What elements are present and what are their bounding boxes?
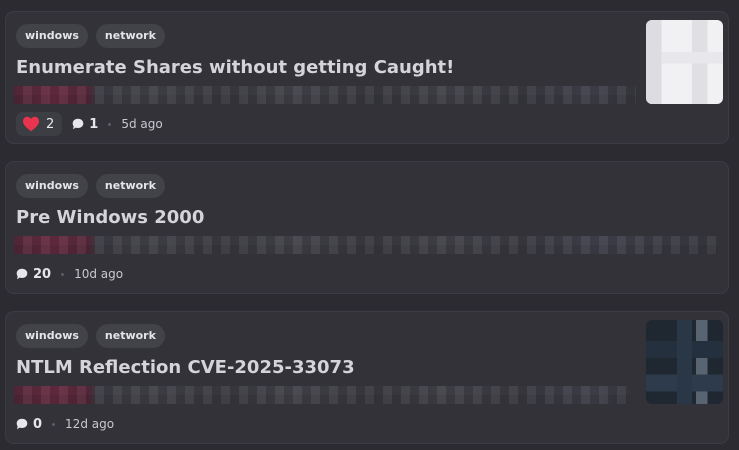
comment-count[interactable]: 0 <box>16 417 42 432</box>
comment-count[interactable]: 20 <box>16 267 51 282</box>
post-title[interactable]: Enumerate Shares without getting Caught! <box>16 57 454 78</box>
tag-network[interactable]: network <box>95 324 165 348</box>
comment-icon <box>72 118 84 130</box>
tag-network[interactable]: network <box>95 24 165 48</box>
post-card[interactable]: windows network NTLM Reflection CVE-2025… <box>5 311 729 444</box>
comment-count-value: 1 <box>89 116 99 132</box>
post-time: 5d ago <box>121 117 163 131</box>
comment-count-value: 0 <box>33 416 43 432</box>
heart-icon <box>23 116 39 132</box>
post-thumbnail[interactable] <box>646 320 723 404</box>
comment-count-value: 20 <box>33 266 52 282</box>
post-thumbnail[interactable] <box>646 20 723 104</box>
tag-network[interactable]: network <box>95 174 165 198</box>
reaction-button[interactable]: 2 <box>16 112 63 136</box>
tag-windows[interactable]: windows <box>16 174 88 198</box>
comment-icon <box>16 418 28 430</box>
comment-count[interactable]: 1 <box>72 117 98 132</box>
tag-windows[interactable]: windows <box>16 324 88 348</box>
post-meta: 0 12d ago <box>16 412 114 436</box>
separator-dot <box>61 272 65 276</box>
post-meta: 2 1 5d ago <box>16 112 163 136</box>
post-meta: 20 10d ago <box>16 262 123 286</box>
tag-windows[interactable]: windows <box>16 24 88 48</box>
post-list: windows network Enumerate Shares without… <box>0 0 739 450</box>
blurred-preview-text <box>14 386 630 404</box>
post-card[interactable]: windows network Enumerate Shares without… <box>5 11 729 144</box>
post-title[interactable]: NTLM Reflection CVE-2025-33073 <box>16 357 355 378</box>
post-title[interactable]: Pre Windows 2000 <box>16 207 204 228</box>
post-time: 12d ago <box>65 417 115 431</box>
blurred-preview-text <box>14 236 718 254</box>
separator-dot <box>108 122 112 126</box>
tag-list: windows network <box>16 324 165 348</box>
post-card[interactable]: windows network Pre Windows 2000 20 10d … <box>5 161 729 294</box>
tag-list: windows network <box>16 174 165 198</box>
separator-dot <box>52 422 56 426</box>
reaction-count: 2 <box>46 116 55 132</box>
post-time: 10d ago <box>74 267 124 281</box>
blurred-preview-text <box>14 86 636 104</box>
comment-icon <box>16 268 28 280</box>
tag-list: windows network <box>16 24 165 48</box>
